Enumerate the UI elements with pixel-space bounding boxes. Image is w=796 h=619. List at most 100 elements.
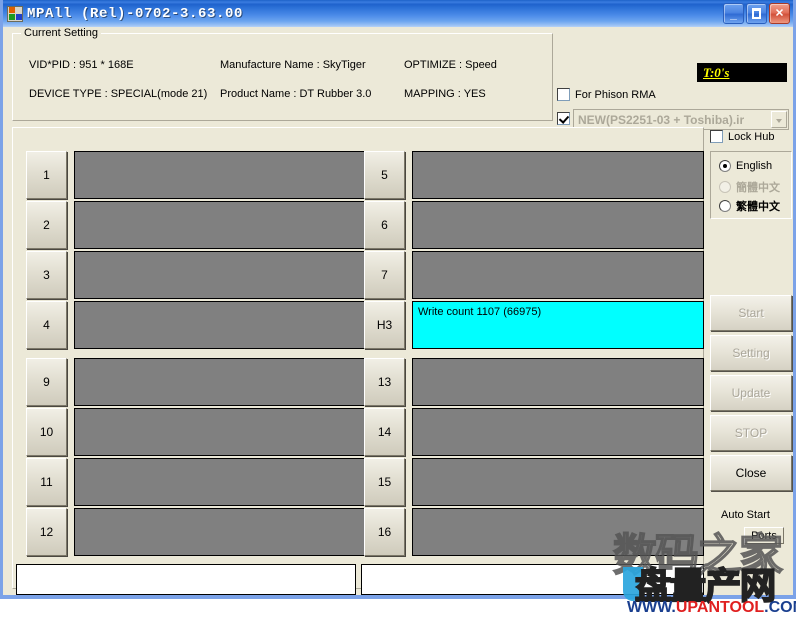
port-status-11 [74,458,366,506]
client-area: Current Setting VID*PID : 951 * 168E DEV… [3,27,796,616]
port-row[interactable]: 11 [26,458,366,506]
port-button-10[interactable]: 10 [26,408,67,456]
minimize-button[interactable]: _ [723,3,744,24]
port-row[interactable]: 12 [26,508,366,556]
checkbox-box [710,130,723,143]
log-field-right[interactable] [361,564,704,595]
language-label: English [736,160,773,172]
device-type-label: DEVICE TYPE : SPECIAL(mode 21) [29,88,208,100]
lock-hub-checkbox[interactable]: Lock Hub [710,130,774,143]
radio-dot [719,160,731,172]
port-button-13[interactable]: 13 [364,358,405,406]
update-button[interactable]: Update [710,375,792,411]
start-button[interactable]: Start [710,295,792,331]
watermark-url-suffix: .COM [764,599,796,616]
port-status-13 [412,358,704,406]
title-bar: MPAll (Rel)-0702-3.63.00 _ ✕ [3,0,793,27]
port-button-2[interactable]: 2 [26,201,67,249]
vid-pid-label: VID*PID : 951 * 168E [29,59,134,71]
watermark-url-prefix: WWW. [627,599,676,616]
port-status-1 [74,151,366,199]
port-row[interactable]: 1 [26,151,366,199]
window-title: MPAll (Rel)-0702-3.63.00 [27,5,244,22]
stop-button[interactable]: STOP [710,415,792,451]
mapping-label: MAPPING : YES [404,88,486,100]
ports-button[interactable]: Ports [744,527,784,544]
language-label: 簡體中文 [736,181,780,194]
port-status-9 [74,358,366,406]
application-window: MPAll (Rel)-0702-3.63.00 _ ✕ Current Set… [0,0,796,616]
optimize-label: OPTIMIZE : Speed [404,59,497,71]
port-button-5[interactable]: 5 [364,151,405,199]
auto-start-label: Auto Start [721,509,770,521]
config-file-value: NEW(PS2251-03 + Toshiba).ir [578,112,745,127]
port-button-11[interactable]: 11 [26,458,67,506]
current-setting-legend: Current Setting [21,27,101,39]
port-button-3[interactable]: 3 [26,251,67,299]
port-row[interactable]: 10 [26,408,366,456]
lock-hub-label: Lock Hub [728,130,775,143]
window-controls: _ ✕ [723,3,790,24]
language-group: English 簡體中文 繁體中文 [710,151,792,219]
port-row[interactable]: 5 [364,151,704,199]
port-status-3 [74,251,366,299]
setting-button[interactable]: Setting [710,335,792,371]
language-radio-english[interactable]: English [719,160,772,172]
port-status-10 [74,408,366,456]
port-button-9[interactable]: 9 [26,358,67,406]
watermark-url-mid: UPANTOOL [675,599,765,616]
for-phison-rma-label: For Phison RMA [575,88,656,101]
port-status-5 [412,151,704,199]
port-button-h3[interactable]: H3 [364,301,405,349]
log-field-left[interactable] [16,564,356,595]
port-row[interactable]: 4 [26,301,366,349]
port-status-14 [412,408,704,456]
port-row[interactable]: H3 Write count 1107 (66975) [364,301,704,349]
for-phison-rma-checkbox[interactable]: For Phison RMA [557,88,656,101]
port-status-6 [412,201,704,249]
port-button-7[interactable]: 7 [364,251,405,299]
time-counter-value: T:0's [703,65,730,80]
port-row[interactable]: 13 [364,358,704,406]
close-window-button[interactable]: ✕ [769,3,790,24]
ports-panel: 1 2 3 4 9 10 11 12 5 6 7 H3 Write count … [12,127,704,589]
port-row[interactable]: 14 [364,408,704,456]
port-row[interactable]: 7 [364,251,704,299]
port-button-6[interactable]: 6 [364,201,405,249]
port-status-12 [74,508,366,556]
manufacture-name-label: Manufacture Name : SkyTiger [220,59,366,71]
product-name-label: Product Name : DT Rubber 3.0 [220,88,372,100]
checkbox-box [557,112,570,125]
port-status-h3: Write count 1107 (66975) [412,301,704,349]
chevron-down-icon[interactable] [771,111,787,128]
time-counter-display: T:0's [697,63,787,82]
port-button-1[interactable]: 1 [26,151,67,199]
port-row[interactable]: 15 [364,458,704,506]
port-status-16 [412,508,704,556]
close-button[interactable]: Close [710,455,792,491]
port-button-15[interactable]: 15 [364,458,405,506]
port-row[interactable]: 9 [26,358,366,406]
port-button-4[interactable]: 4 [26,301,67,349]
radio-dot [719,181,731,193]
port-row[interactable]: 16 [364,508,704,556]
port-status-7 [412,251,704,299]
radio-dot [719,200,731,212]
language-radio-simplified-chinese: 簡體中文 [719,179,780,195]
port-row[interactable]: 2 [26,201,366,249]
language-label: 繁體中文 [736,200,780,213]
port-row[interactable]: 6 [364,201,704,249]
port-status-4 [74,301,366,349]
app-icon [7,5,23,22]
maximize-button[interactable] [746,3,767,24]
port-button-14[interactable]: 14 [364,408,405,456]
port-button-12[interactable]: 12 [26,508,67,556]
port-row[interactable]: 3 [26,251,366,299]
watermark-url: WWW.UPANTOOL.COM [627,599,796,617]
port-status-15 [412,458,704,506]
language-radio-traditional-chinese[interactable]: 繁體中文 [719,198,780,214]
current-setting-group: Current Setting VID*PID : 951 * 168E DEV… [12,27,553,121]
port-status-2 [74,201,366,249]
checkbox-box [557,88,570,101]
port-button-16[interactable]: 16 [364,508,405,556]
